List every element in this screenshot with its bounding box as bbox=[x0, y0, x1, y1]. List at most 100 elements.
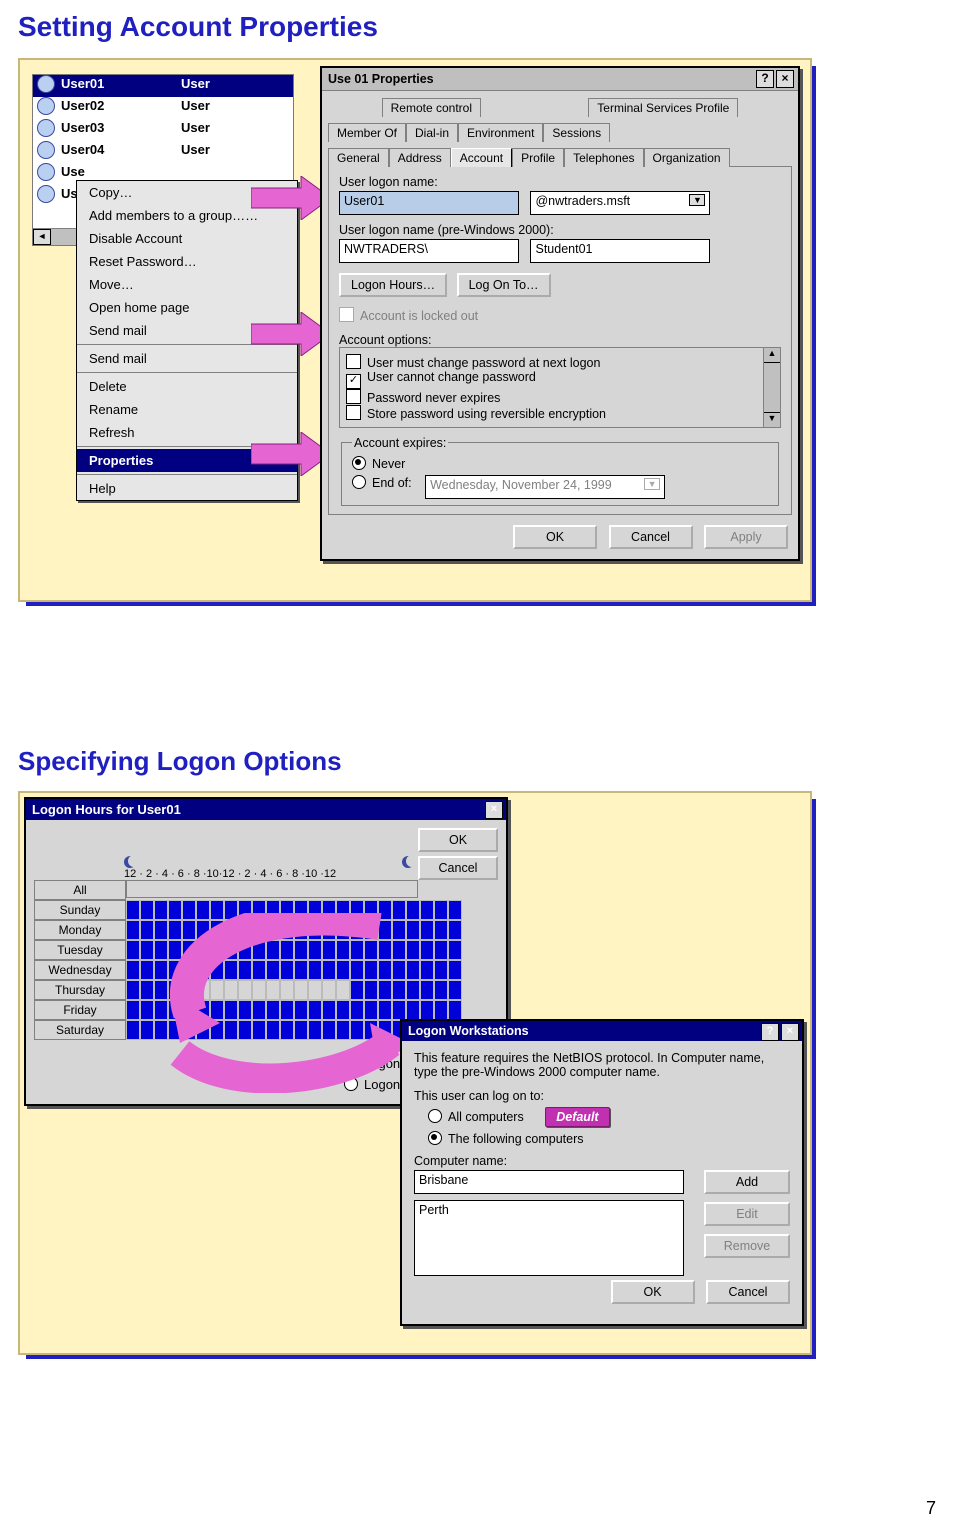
user-row-03[interactable]: User03User bbox=[33, 119, 293, 141]
opt-cannot-change[interactable]: ✓User cannot change password bbox=[346, 370, 774, 389]
tab-profile[interactable]: Profile bbox=[512, 148, 564, 167]
cm-help[interactable]: Help bbox=[77, 477, 297, 500]
tab-member-of[interactable]: Member Of bbox=[328, 123, 406, 142]
dialog-title: Use 01 Properties ?× bbox=[322, 68, 798, 91]
logonhrs-title: Logon Hours for User01 bbox=[32, 802, 181, 817]
tab-dial-in[interactable]: Dial-in bbox=[406, 123, 458, 142]
hour-header[interactable] bbox=[126, 880, 418, 898]
ok-button[interactable]: OK bbox=[611, 1280, 695, 1304]
arrow-icon bbox=[251, 432, 331, 476]
slide1-panel: User01User User02User User03User User04U… bbox=[18, 58, 942, 698]
cancel-button[interactable]: Cancel bbox=[706, 1280, 790, 1304]
expires-never[interactable]: Never bbox=[352, 456, 768, 471]
properties-dialog: Use 01 Properties ?× Remote control Term… bbox=[320, 66, 800, 561]
user-row-01[interactable]: User01User bbox=[33, 75, 293, 97]
logon-to-button[interactable]: Log On To… bbox=[457, 273, 551, 297]
slide2-panel: Logon Hours for User01 × 12 · 2 · 4 · 6 ·… bbox=[18, 791, 942, 1411]
close-button[interactable]: × bbox=[485, 801, 503, 819]
help-button[interactable]: ? bbox=[756, 70, 774, 88]
tab-sessions[interactable]: Sessions bbox=[543, 123, 610, 142]
day-label[interactable]: Wednesday bbox=[34, 960, 126, 980]
tab-terminal-services[interactable]: Terminal Services Profile bbox=[588, 98, 738, 117]
day-label[interactable]: Friday bbox=[34, 1000, 126, 1020]
user-icon bbox=[37, 97, 55, 115]
arrow-icon bbox=[251, 312, 331, 356]
logon-name-input[interactable]: User01 bbox=[339, 191, 519, 215]
cm-move[interactable]: Move… bbox=[77, 273, 297, 296]
day-label[interactable]: Thursday bbox=[34, 980, 126, 1000]
user-icon bbox=[37, 119, 55, 137]
chevron-down-icon: ▼ bbox=[644, 478, 660, 490]
day-label[interactable]: Saturday bbox=[34, 1020, 126, 1040]
moon-icon bbox=[124, 856, 136, 868]
cm-disable-account[interactable]: Disable Account bbox=[77, 227, 297, 250]
all-computers-radio[interactable]: All computers Default bbox=[428, 1107, 790, 1127]
account-tab-page: User logon name: User01 @nwtraders.msft▼… bbox=[328, 166, 792, 515]
tab-general[interactable]: General bbox=[328, 148, 389, 167]
locked-checkbox: Account is locked out bbox=[339, 307, 781, 323]
arrow-icon bbox=[251, 176, 331, 220]
cm-delete[interactable]: Delete bbox=[77, 375, 297, 398]
account-expires-label: Account expires: bbox=[352, 436, 448, 450]
end-of-date: Wednesday, November 24, 1999▼ bbox=[425, 475, 665, 499]
logon-hours-button[interactable]: Logon Hours… bbox=[339, 273, 447, 297]
domain-select[interactable]: @nwtraders.msft▼ bbox=[530, 191, 710, 215]
day-label[interactable]: Sunday bbox=[34, 900, 126, 920]
list-item[interactable]: Perth bbox=[419, 1203, 679, 1217]
slide1-title: Setting Account Properties bbox=[0, 0, 960, 50]
opt-never-expires[interactable]: Password never expires bbox=[346, 389, 774, 405]
day-label[interactable]: Tuesday bbox=[34, 940, 126, 960]
slide2-title: Specifying Logon Options bbox=[0, 722, 960, 783]
close-button[interactable]: × bbox=[776, 70, 794, 88]
cm-reset-password[interactable]: Reset Password… bbox=[77, 250, 297, 273]
moon-icon bbox=[402, 856, 414, 868]
ok-button[interactable]: OK bbox=[513, 525, 597, 549]
hour-ticks: 12 · 2 · 4 · 6 · 8 ·10·12 · 2 · 4 · 6 · … bbox=[124, 868, 418, 880]
tab-environment[interactable]: Environment bbox=[458, 123, 543, 142]
pre2000-user-input[interactable]: Student01 bbox=[530, 239, 710, 263]
pre2000-domain-input[interactable]: NWTRADERS\ bbox=[339, 239, 519, 263]
cancel-button[interactable]: Cancel bbox=[418, 856, 498, 880]
edit-button: Edit bbox=[704, 1202, 790, 1226]
add-button[interactable]: Add bbox=[704, 1170, 790, 1194]
apply-button: Apply bbox=[704, 525, 788, 549]
expires-end-of[interactable]: End of: Wednesday, November 24, 1999▼ bbox=[352, 475, 768, 499]
tab-remote-control[interactable]: Remote control bbox=[382, 98, 481, 117]
opt-must-change[interactable]: User must change password at next logon bbox=[346, 354, 774, 370]
cancel-button[interactable]: Cancel bbox=[609, 525, 693, 549]
cm-rename[interactable]: Rename bbox=[77, 398, 297, 421]
computer-list[interactable]: Perth bbox=[414, 1200, 684, 1276]
scroll-left-icon[interactable]: ◄ bbox=[33, 229, 51, 245]
chevron-down-icon[interactable]: ▼ bbox=[689, 194, 705, 206]
lw-title: Logon Workstations bbox=[408, 1024, 529, 1038]
computer-name-input[interactable]: Brisbane bbox=[414, 1170, 684, 1194]
user-row-02[interactable]: User02User bbox=[33, 97, 293, 119]
close-button[interactable]: × bbox=[781, 1023, 799, 1041]
tab-account[interactable]: Account bbox=[451, 148, 512, 167]
user-row-04[interactable]: User04User bbox=[33, 141, 293, 163]
ok-button[interactable]: OK bbox=[418, 828, 498, 852]
tab-address[interactable]: Address bbox=[389, 148, 451, 167]
lw-msg: This feature requires the NetBIOS protoc… bbox=[414, 1051, 790, 1079]
tab-organization[interactable]: Organization bbox=[644, 148, 730, 167]
scroll-up-icon[interactable]: ▲ bbox=[764, 348, 780, 363]
all-button[interactable]: All bbox=[34, 880, 126, 900]
user-icon bbox=[37, 75, 55, 93]
following-computers-radio[interactable]: The following computers bbox=[428, 1131, 790, 1146]
can-logon-label: This user can log on to: bbox=[414, 1089, 790, 1103]
account-options-label: Account options: bbox=[339, 333, 781, 347]
remove-button: Remove bbox=[704, 1234, 790, 1258]
page-number: 7 bbox=[926, 1498, 936, 1519]
tab-telephones[interactable]: Telephones bbox=[564, 148, 643, 167]
opt-reversible[interactable]: Store password using reversible encrypti… bbox=[346, 405, 774, 421]
user-icon bbox=[37, 185, 55, 203]
day-label[interactable]: Monday bbox=[34, 920, 126, 940]
pre2000-label: User logon name (pre-Windows 2000): bbox=[339, 223, 781, 237]
logon-name-label: User logon name: bbox=[339, 175, 781, 189]
options-scrollbar[interactable]: ▲ ▼ bbox=[763, 347, 781, 428]
logon-workstations-dialog: Logon Workstations?× This feature requir… bbox=[400, 1019, 804, 1326]
user-icon bbox=[37, 163, 55, 181]
help-button[interactable]: ? bbox=[761, 1023, 779, 1041]
scroll-down-icon[interactable]: ▼ bbox=[764, 412, 780, 427]
default-badge: Default bbox=[545, 1107, 609, 1127]
